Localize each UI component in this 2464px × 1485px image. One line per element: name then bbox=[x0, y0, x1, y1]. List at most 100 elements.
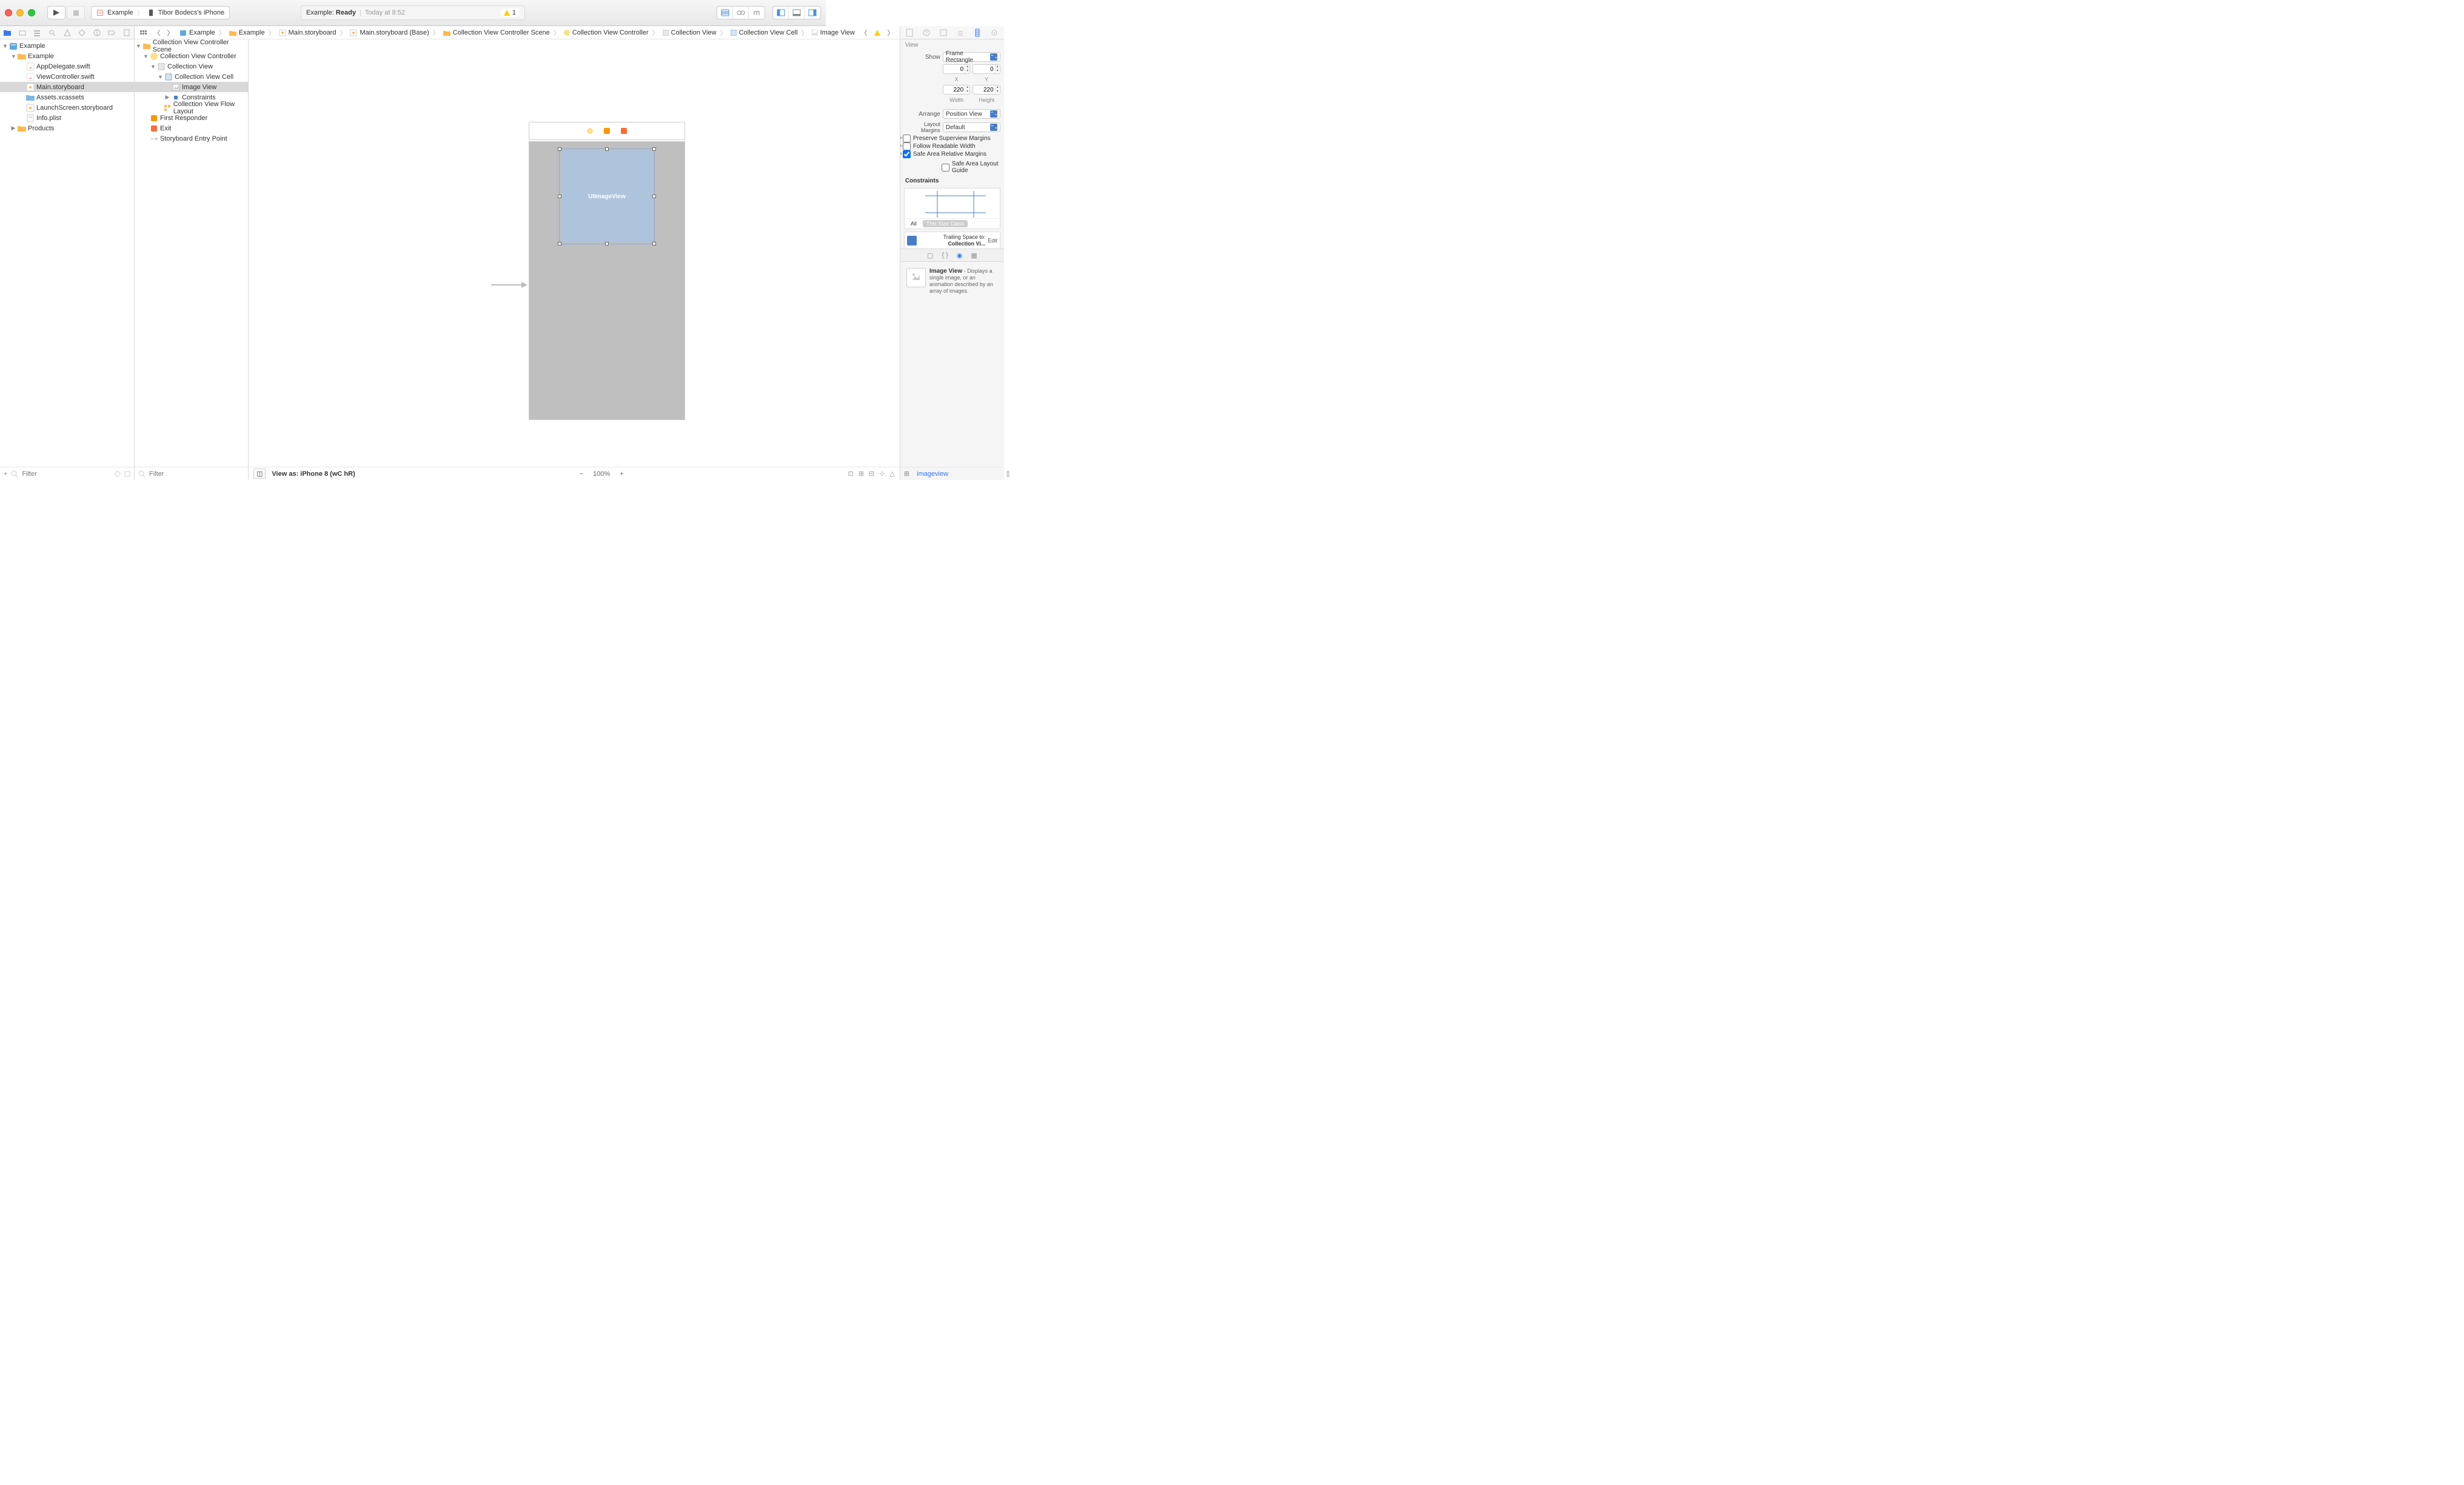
issue-navigator-tab[interactable] bbox=[63, 28, 71, 38]
clear-filter-button[interactable]: × bbox=[1006, 470, 1009, 478]
arrange-select[interactable]: Position View⌃⌄ bbox=[943, 109, 1000, 119]
project-tree-row[interactable]: ▼Example bbox=[0, 41, 134, 51]
outline-row[interactable]: ▼Collection View Controller bbox=[135, 51, 248, 61]
width-field[interactable]: ▴▾ bbox=[943, 85, 971, 95]
height-field[interactable]: ▴▾ bbox=[973, 85, 1000, 95]
project-tree-row[interactable]: AppDelegate.swift bbox=[0, 61, 134, 72]
run-button[interactable] bbox=[47, 6, 65, 19]
outline-row[interactable]: Collection View Flow Layout bbox=[135, 102, 248, 113]
constraint-row[interactable]: Trailing Space to:Collection Vi...Edit bbox=[904, 232, 1000, 249]
outline-row[interactable]: Storyboard Entry Point bbox=[135, 133, 248, 144]
file-template-tab[interactable]: ▢ bbox=[927, 252, 933, 259]
jump-bar-crumb[interactable]: Collection View Controller bbox=[561, 29, 651, 36]
follow-readable-checkbox[interactable] bbox=[903, 142, 911, 150]
edit-constraint-button[interactable]: Edit bbox=[988, 238, 997, 244]
object-library-tab[interactable]: ◉ bbox=[957, 252, 963, 259]
breakpoint-navigator-tab[interactable] bbox=[108, 28, 116, 38]
outline-row[interactable]: ▼Collection View Cell bbox=[135, 72, 248, 82]
project-tree-row[interactable]: ▼Example bbox=[0, 51, 134, 61]
align-button[interactable]: ⊟ bbox=[869, 470, 874, 478]
constraints-diagram[interactable]: All This Size Class bbox=[904, 188, 1000, 229]
safe-area-relative-checkbox[interactable] bbox=[903, 150, 911, 158]
outline-filter-input[interactable] bbox=[149, 470, 244, 478]
forward-button[interactable]: 〉 bbox=[164, 27, 177, 38]
scm-filter-icon[interactable] bbox=[124, 471, 130, 477]
toggle-outline-button[interactable]: ◫ bbox=[253, 469, 266, 479]
jump-bar-crumb[interactable]: Collection View bbox=[660, 29, 719, 36]
layout-margins-select[interactable]: Default⌃⌄ bbox=[943, 122, 1000, 132]
jump-prev-button[interactable]: 〈 bbox=[857, 27, 871, 38]
filter-all[interactable]: All bbox=[907, 220, 920, 227]
outline-row[interactable]: Exit bbox=[135, 123, 248, 133]
close-window-button[interactable] bbox=[5, 9, 12, 16]
project-tree-row[interactable]: ViewController.swift bbox=[0, 72, 134, 82]
project-tree-row[interactable]: ▶Products bbox=[0, 123, 134, 133]
resolve-issues-button[interactable]: △ bbox=[889, 470, 894, 478]
size-inspector-tab[interactable] bbox=[973, 28, 982, 38]
find-navigator-tab[interactable] bbox=[49, 28, 56, 38]
jump-bar-crumb[interactable]: Image View bbox=[809, 29, 857, 36]
embed-in-button[interactable]: ⊞ bbox=[859, 470, 864, 478]
outline-row[interactable]: ▼Collection View bbox=[135, 61, 248, 72]
media-library-tab[interactable]: ▦ bbox=[971, 252, 977, 259]
library-view-mode[interactable]: ⊞ bbox=[904, 470, 909, 478]
source-control-navigator-tab[interactable] bbox=[19, 28, 27, 38]
interface-builder-canvas[interactable]: UIImageView bbox=[249, 39, 900, 467]
connections-inspector-tab[interactable] bbox=[989, 28, 999, 38]
help-inspector-tab[interactable]: ? bbox=[922, 28, 931, 38]
preserve-superview-checkbox[interactable] bbox=[903, 135, 911, 142]
jump-bar-crumb[interactable]: Collection View Controller Scene bbox=[441, 29, 552, 36]
minimize-window-button[interactable] bbox=[16, 9, 24, 16]
view-as-label[interactable]: View as: iPhone 8 (wC hR) bbox=[272, 470, 355, 478]
collection-view[interactable]: UIImageView bbox=[529, 141, 685, 420]
navigator-filter-input[interactable] bbox=[22, 470, 111, 478]
show-select[interactable]: Frame Rectangle⌃⌄ bbox=[943, 52, 1000, 62]
version-editor-button[interactable] bbox=[749, 7, 765, 19]
bottom-panel-toggle[interactable] bbox=[789, 7, 805, 19]
project-tree-row[interactable]: Info.plist bbox=[0, 113, 134, 123]
storyboard-scene[interactable]: UIImageView bbox=[529, 122, 685, 421]
debug-navigator-tab[interactable] bbox=[93, 28, 101, 38]
jump-bar-crumb[interactable]: Main.storyboard bbox=[276, 29, 339, 36]
outline-row[interactable]: Image View bbox=[135, 82, 248, 92]
test-navigator-tab[interactable] bbox=[78, 28, 86, 38]
add-button[interactable]: + bbox=[4, 470, 7, 478]
uiimageview[interactable]: UIImageView bbox=[561, 150, 653, 242]
filter-size-class[interactable]: This Size Class bbox=[923, 220, 968, 227]
scene-titlebar[interactable] bbox=[529, 122, 685, 140]
issues-pill[interactable]: 1 bbox=[500, 8, 520, 17]
report-navigator-tab[interactable] bbox=[123, 28, 131, 38]
jump-bar-crumb[interactable]: Example bbox=[227, 29, 267, 36]
project-tree-row[interactable]: LaunchScreen.storyboard bbox=[0, 102, 134, 113]
recent-filter-icon[interactable] bbox=[115, 471, 121, 477]
update-frames-button[interactable]: ⊡ bbox=[848, 470, 854, 478]
safe-area-guide-checkbox[interactable] bbox=[942, 164, 949, 172]
jump-bar-crumb[interactable]: Main.storyboard (Base) bbox=[347, 29, 431, 36]
attributes-inspector-tab[interactable] bbox=[956, 28, 965, 38]
related-items-button[interactable] bbox=[137, 27, 150, 38]
jump-next-button[interactable]: 〉 bbox=[884, 27, 897, 38]
jump-bar-crumb[interactable]: Example bbox=[177, 29, 218, 36]
jump-bar-crumb[interactable]: Collection View Cell bbox=[728, 29, 800, 36]
scheme-selector[interactable]: Example 〉 Tibor Bodecs's iPhone bbox=[91, 6, 230, 19]
identity-inspector-tab[interactable] bbox=[939, 28, 948, 38]
project-tree-row[interactable]: Main.storyboard bbox=[0, 82, 134, 92]
file-inspector-tab[interactable] bbox=[905, 28, 914, 38]
project-navigator-tab[interactable] bbox=[4, 28, 12, 38]
assistant-editor-button[interactable] bbox=[733, 7, 749, 19]
add-constraints-button[interactable]: ⊹ bbox=[879, 470, 885, 478]
right-panel-toggle[interactable] bbox=[805, 7, 820, 19]
library-filter-input[interactable] bbox=[917, 470, 1003, 478]
library-item-image-view[interactable]: Image View - Displays a single image, or… bbox=[904, 265, 1000, 297]
standard-editor-button[interactable] bbox=[717, 7, 733, 19]
project-tree-row[interactable]: Assets.xcassets bbox=[0, 92, 134, 102]
code-snippet-tab[interactable]: { } bbox=[942, 252, 948, 259]
stop-button[interactable] bbox=[67, 6, 85, 19]
symbol-navigator-tab[interactable] bbox=[33, 28, 41, 38]
outline-row[interactable]: ▼Collection View Controller Scene bbox=[135, 41, 248, 51]
left-panel-toggle[interactable] bbox=[773, 7, 789, 19]
x-field[interactable]: ▴▾ bbox=[943, 64, 971, 74]
zoom-out-button[interactable]: − bbox=[580, 470, 583, 478]
y-field[interactable]: ▴▾ bbox=[973, 64, 1000, 74]
back-button[interactable]: 〈 bbox=[150, 27, 164, 38]
